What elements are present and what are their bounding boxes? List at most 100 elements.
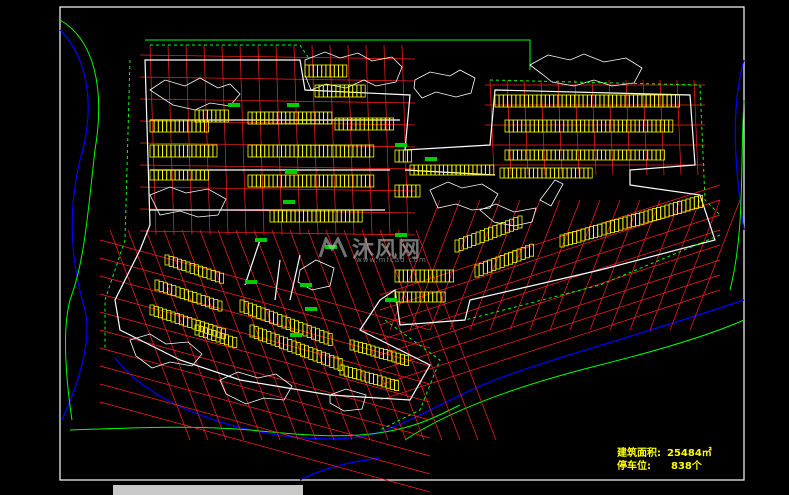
parking-stall <box>588 149 594 161</box>
parking-stall <box>348 144 354 158</box>
grid-line <box>689 199 741 331</box>
area-value: 25484㎡ <box>667 448 712 459</box>
parking-stall <box>534 119 539 133</box>
parking-stall <box>639 149 644 161</box>
parking-stall <box>589 226 594 240</box>
horizontal-scrollbar[interactable] <box>113 485 303 495</box>
ramp-marker <box>425 157 437 161</box>
parking-stall <box>601 222 607 236</box>
parking-stall <box>314 174 320 188</box>
parking-stall <box>217 300 223 312</box>
parking-stall <box>164 254 170 266</box>
parking-stall <box>373 374 379 386</box>
parking-stall <box>191 169 197 181</box>
parking-stall <box>272 144 278 158</box>
parking-stall <box>153 119 159 133</box>
parking-stall <box>601 149 606 161</box>
parking-stall <box>443 164 449 176</box>
parking-stall <box>555 119 560 133</box>
ramp-marker <box>255 238 267 242</box>
grid-line <box>99 293 431 385</box>
parking-stall <box>210 269 216 281</box>
parking-stall <box>664 119 669 133</box>
grid-line <box>203 44 211 236</box>
parking-stall <box>634 149 640 161</box>
grid-line <box>239 44 247 236</box>
parking-stall <box>162 144 168 158</box>
parking-stall <box>504 119 510 133</box>
parking-stall <box>360 144 366 158</box>
parking-stall <box>179 287 185 299</box>
parking-stall <box>252 304 258 318</box>
grid-line <box>221 44 229 236</box>
parking-stall <box>580 119 585 133</box>
parking-stall <box>314 111 320 125</box>
parking-stall <box>415 184 421 198</box>
basement-outline <box>114 59 716 401</box>
parking-stall <box>294 209 300 223</box>
parking-stall <box>618 149 623 161</box>
parking-stall <box>308 346 314 360</box>
parking-stall <box>411 291 417 303</box>
parking-stall <box>255 111 261 125</box>
grid-line <box>275 44 283 236</box>
parking-stall <box>166 144 172 158</box>
parking-stall <box>417 164 423 176</box>
parking-stall <box>365 174 371 188</box>
parking-stall <box>655 119 661 133</box>
parking-stall <box>303 209 309 223</box>
parking-stall <box>335 174 341 188</box>
parking-stall <box>643 210 649 224</box>
parking-stall <box>297 111 303 125</box>
parking-stall <box>622 119 627 133</box>
parking-stall <box>282 209 288 223</box>
parking-stall <box>407 149 413 163</box>
site-boundary <box>59 19 745 441</box>
parking-stall <box>318 144 324 158</box>
parking-stall <box>482 261 488 275</box>
parking-stall <box>681 199 687 213</box>
parking-stall <box>208 144 214 158</box>
parking-stall <box>312 348 318 362</box>
ramp-marker <box>228 103 240 107</box>
parking-stall <box>517 149 522 161</box>
parking-stall <box>597 223 603 237</box>
parking-stall <box>517 119 522 133</box>
parking-stall <box>256 305 262 319</box>
parking-stall <box>264 111 270 125</box>
parking-stall <box>302 144 308 158</box>
parking-stall <box>274 334 280 348</box>
parking-stall <box>566 167 572 179</box>
parking-stall <box>262 329 268 343</box>
parking-stall <box>260 111 266 125</box>
parking-stall <box>310 326 316 340</box>
grid-line <box>574 79 580 176</box>
parking-stall <box>479 229 485 243</box>
parking-stall <box>325 64 331 78</box>
parking-stall <box>247 111 253 125</box>
parking-stall <box>281 144 287 158</box>
parking-stall <box>356 174 362 188</box>
parking-stall <box>289 144 295 158</box>
parking-stall <box>335 144 341 158</box>
parking-stall <box>181 260 187 272</box>
parking-stall <box>394 149 400 163</box>
parking-stall <box>601 119 606 133</box>
parking-stall <box>162 308 168 320</box>
parking-stall <box>310 174 316 188</box>
parking-stall <box>318 174 324 188</box>
parking-stall <box>643 119 648 133</box>
parking-stall <box>513 217 519 231</box>
parking-stall <box>495 256 501 270</box>
parking-stall <box>283 337 289 351</box>
grid-line <box>329 44 337 236</box>
parking-stall <box>183 169 189 181</box>
parking-stall <box>454 239 460 253</box>
parking-stall <box>170 169 176 181</box>
parking-stall <box>212 144 218 158</box>
parking-stall <box>298 209 304 223</box>
parking-stall <box>339 174 345 188</box>
parking-stall <box>306 174 312 188</box>
parking-stall <box>634 119 640 133</box>
parking-stall <box>338 64 344 78</box>
